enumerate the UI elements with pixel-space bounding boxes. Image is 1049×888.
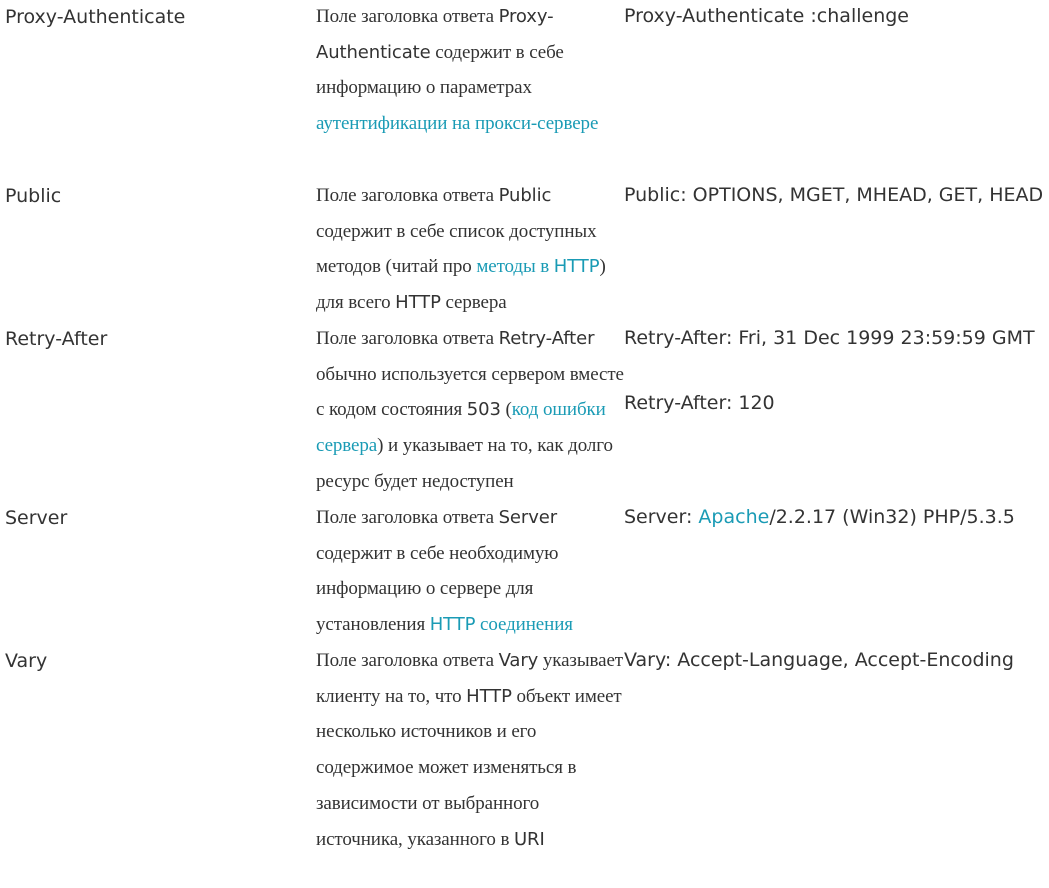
http-connection-link[interactable]: HTTP соединения: [430, 614, 573, 635]
desc-header-name: Vary: [498, 650, 539, 671]
header-example-cell: Vary: Accept-Language, Accept-Encoding: [624, 643, 1044, 679]
table-row: Server Поле заголовка ответа Server соде…: [0, 501, 1049, 644]
table-row: Public Поле заголовка ответа Public соде…: [0, 179, 1049, 322]
apache-link[interactable]: Apache: [698, 506, 769, 528]
desc-header-name: Public: [498, 185, 552, 206]
header-name-cell: Vary: [5, 650, 48, 672]
header-description-cell: Поле заголовка ответа Server содержит в …: [312, 500, 624, 643]
desc-text: HTTP: [466, 685, 512, 707]
desc-text: сервера: [440, 292, 507, 314]
header-name-cell: Proxy-Authenticate: [5, 6, 186, 28]
desc-header-name: Server: [498, 507, 558, 528]
desc-header-name: Retry-After: [498, 328, 595, 349]
link-text: соединения: [475, 614, 573, 636]
header-description-cell: Поле заголовка ответа Proxy-Authenticate…: [312, 0, 624, 142]
link-text: HTTP: [553, 256, 600, 278]
header-name-cell: Server: [5, 507, 68, 529]
header-example-cell: Proxy-Authenticate :challenge: [624, 0, 1044, 35]
table-row: Retry-After Поле заголовка ответа Retry-…: [0, 322, 1049, 501]
example-value: Retry-After: 120: [624, 391, 775, 414]
header-example-cell: Server: Apache/2.2.17 (Win32) PHP/5.3.5: [624, 500, 1044, 536]
link-text: HTTP: [429, 614, 476, 636]
example-spacer: [624, 357, 1044, 386]
desc-text: Поле заголовка ответа: [316, 328, 499, 349]
proxy-auth-link[interactable]: аутентификации на прокси-сервере: [316, 113, 598, 134]
header-description-cell: Поле заголовка ответа Retry-After обычно…: [312, 321, 624, 500]
link-text: методы в: [476, 256, 554, 278]
desc-status-code: 503: [466, 399, 501, 421]
desc-text: (: [500, 399, 512, 421]
desc-text: URI: [513, 828, 545, 850]
header-description-cell: Поле заголовка ответа Public содержит в …: [312, 178, 624, 321]
desc-text: объект имеет несколько источников и его …: [316, 685, 622, 850]
table-row: Vary Поле заголовка ответа Vary указывае…: [0, 644, 1049, 888]
example-value: /2.2.17 (Win32) PHP/5.3.5: [769, 506, 1015, 528]
example-value: Server:: [624, 506, 699, 528]
header-example-cell: Public: OPTIONS, MGET, MHEAD, GET, HEAD: [624, 178, 1044, 214]
example-value: Vary: Accept-Language, Accept-Encoding: [624, 649, 1014, 671]
table-row: Proxy-Authenticate Поле заголовка ответа…: [0, 0, 1049, 179]
desc-text: Поле заголовка ответа: [316, 6, 499, 27]
desc-text: Поле заголовка ответа: [316, 507, 499, 528]
header-description-cell: Поле заголовка ответа Vary указывает кли…: [312, 643, 624, 857]
http-headers-table: Proxy-Authenticate Поле заголовка ответа…: [0, 0, 1049, 888]
header-name-cell: Public: [5, 185, 62, 207]
example-value: Retry-After: Fri, 31 Dec 1999 23:59:59 G…: [624, 327, 1035, 349]
desc-text: Поле заголовка ответа: [316, 650, 499, 671]
example-value: Public: OPTIONS, MGET, MHEAD, GET, HEAD: [624, 184, 1044, 206]
http-methods-link[interactable]: методы в HTTP: [476, 256, 599, 277]
desc-text: HTTP: [395, 292, 441, 314]
example-value: Proxy-Authenticate :challenge: [624, 5, 909, 27]
header-example-cell: Retry-After: Fri, 31 Dec 1999 23:59:59 G…: [624, 321, 1044, 421]
header-name-cell: Retry-After: [5, 328, 108, 350]
desc-text: Поле заголовка ответа: [316, 185, 499, 206]
